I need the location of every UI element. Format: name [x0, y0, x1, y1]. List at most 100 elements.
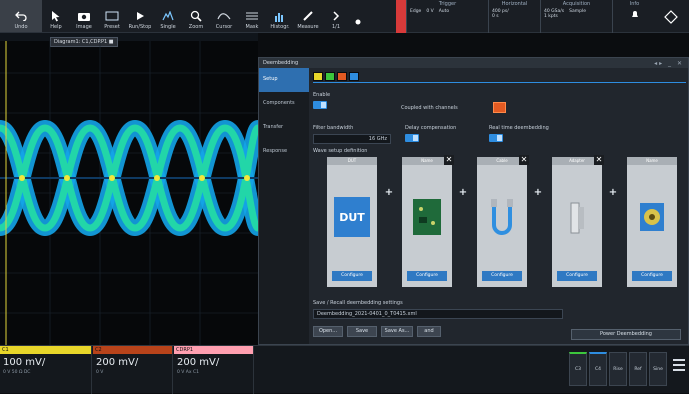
- run-stop-button[interactable]: Run/Stop: [126, 0, 154, 32]
- channel-tab-c2[interactable]: [325, 72, 335, 81]
- nav-setup[interactable]: Setup: [259, 68, 309, 92]
- nav-components[interactable]: Components: [259, 92, 309, 116]
- channel-c2[interactable]: C2 200 mV/ 0 V: [93, 346, 173, 394]
- configure-button[interactable]: Configure: [632, 271, 672, 281]
- window-controls[interactable]: ◂▸ _ ✕: [654, 60, 684, 67]
- play-icon: [133, 10, 147, 22]
- configure-button[interactable]: Configure: [332, 271, 372, 281]
- filter-bandwidth-input[interactable]: 16 GHz: [313, 134, 391, 144]
- single-icon: [161, 10, 175, 22]
- save-as-button[interactable]: Save As...: [381, 326, 413, 337]
- waveform-diagram[interactable]: Diagram1: C1,CDRP1 ■: [0, 33, 258, 345]
- single-button[interactable]: Single: [154, 0, 182, 32]
- save-recall-label: Save / Recall deembedding settings: [313, 300, 403, 306]
- chain-block-cable[interactable]: Cable ✕ Configure: [477, 155, 529, 287]
- info-panel[interactable]: Info: [612, 0, 656, 33]
- delay-compensation-toggle[interactable]: [405, 134, 419, 142]
- realtime-label: Real time deembedding: [489, 125, 549, 131]
- plus-icon: +: [458, 187, 468, 198]
- deembedding-chain: DUT DUT Configure + Name ✕ Configure + C…: [327, 155, 687, 302]
- trigger-status-panel: Trigger Edge 0 V Auto Horizontal 400 ps/…: [396, 0, 689, 33]
- wave-setup-label: Wave setup definition: [313, 148, 368, 154]
- image-button[interactable]: Image: [70, 0, 98, 32]
- c4-button[interactable]: C4: [589, 352, 607, 386]
- sine-button[interactable]: Sine: [649, 352, 667, 386]
- ref-button[interactable]: Ref: [629, 352, 647, 386]
- signal-buttons: C3 C4 Rise Ref Sine: [569, 352, 667, 386]
- nav-response[interactable]: Response: [259, 140, 309, 164]
- configure-button[interactable]: Configure: [407, 271, 447, 281]
- undo-button[interactable]: Undo: [0, 0, 42, 32]
- preset-button[interactable]: Preset: [98, 0, 126, 32]
- next-page-button[interactable]: 1/1: [322, 0, 350, 32]
- power-deembedding-button[interactable]: Power Deembedding: [571, 329, 681, 340]
- enable-toggle[interactable]: [313, 101, 327, 109]
- chain-block-adapter[interactable]: Adapter ✕ Configure: [552, 155, 604, 287]
- configure-button[interactable]: Configure: [482, 271, 522, 281]
- delay-compensation-label: Delay compensation: [405, 125, 457, 131]
- nav-transfer[interactable]: Transfer: [259, 116, 309, 140]
- channel-cdrp1[interactable]: CDRP1 200 mV/ 0 V Ax C1: [174, 346, 254, 394]
- dialog-title: Deembedding: [263, 60, 299, 66]
- realtime-toggle[interactable]: [489, 134, 503, 142]
- mask-button[interactable]: Mask: [238, 0, 266, 32]
- bell-icon: [631, 11, 638, 17]
- cable-icon: [491, 199, 513, 235]
- dialog-content: Enable Coupled with channels Filter band…: [313, 72, 686, 342]
- plus-icon: +: [608, 187, 618, 198]
- hamburger-menu-icon[interactable]: [673, 356, 685, 376]
- file-path-input[interactable]: Deembedding_2021-0401_0_T0415.xml: [313, 309, 563, 319]
- coupled-label: Coupled with channels: [401, 105, 458, 111]
- channel-color-tabs: [313, 72, 686, 81]
- rise-button[interactable]: Rise: [609, 352, 627, 386]
- filter-bandwidth-label: Filter bandwidth: [313, 125, 354, 131]
- more-button[interactable]: and: [417, 326, 441, 337]
- remove-block-icon[interactable]: ✕: [594, 155, 604, 165]
- preset-icon: [105, 10, 119, 22]
- remove-block-icon[interactable]: ✕: [444, 155, 454, 165]
- probe-icon: [640, 203, 664, 231]
- zoom-icon: [189, 10, 203, 22]
- menu-dot-button[interactable]: [350, 0, 366, 32]
- channel-tab-c4[interactable]: [349, 72, 359, 81]
- adapter-icon: [570, 202, 584, 234]
- cursor-icon: [217, 10, 231, 22]
- trigger-flag: [396, 0, 406, 33]
- channel-c1[interactable]: C1 100 mV/ 0 V 50 Ω DC: [0, 346, 92, 394]
- histogram-icon: [273, 10, 287, 22]
- measure-button[interactable]: Measure: [294, 0, 322, 32]
- pcb-icon: [413, 199, 441, 235]
- undo-icon: [14, 10, 28, 22]
- trigger-panel[interactable]: Trigger Edge 0 V Auto: [406, 0, 488, 33]
- chain-block-dut[interactable]: DUT DUT Configure: [327, 157, 377, 287]
- dialog-nav: Setup Components Transfer Response: [259, 68, 309, 344]
- deembedding-dialog: Deembedding ◂▸ _ ✕ Setup Components Tran…: [258, 57, 689, 345]
- configure-button[interactable]: Configure: [557, 271, 597, 281]
- channel-tab-c3[interactable]: [337, 72, 347, 81]
- save-button[interactable]: Save: [347, 326, 377, 337]
- eye-diagram: [0, 41, 258, 345]
- chain-block-pcb[interactable]: Name ✕ Configure: [402, 155, 454, 287]
- histogram-button[interactable]: Histogr.: [266, 0, 294, 32]
- channel-tab-c1[interactable]: [313, 72, 323, 81]
- dialog-titlebar[interactable]: Deembedding ◂▸ _ ✕: [259, 58, 688, 68]
- logo-button[interactable]: [656, 0, 686, 33]
- c3-button[interactable]: C3: [569, 352, 587, 386]
- enable-label: Enable: [313, 92, 331, 98]
- coupled-button[interactable]: [493, 102, 506, 113]
- plus-icon: +: [384, 187, 394, 198]
- tab-underline: [313, 82, 686, 83]
- chain-block-probe[interactable]: Name Configure: [627, 157, 677, 287]
- acquisition-panel[interactable]: Acquisition 40 GSa/s Sample 1 kpts: [540, 0, 612, 33]
- diamond-logo-icon: [664, 9, 678, 24]
- help-button[interactable]: Help: [42, 0, 70, 32]
- channel-bar: C1 100 mV/ 0 V 50 Ω DC C2 200 mV/ 0 V CD…: [0, 345, 689, 394]
- pointer-icon: [49, 10, 63, 22]
- horizontal-panel[interactable]: Horizontal 400 ps/ 0 s: [488, 0, 540, 33]
- cursor-button[interactable]: Cursor: [210, 0, 238, 32]
- remove-block-icon[interactable]: ✕: [519, 155, 529, 165]
- zoom-button[interactable]: Zoom: [182, 0, 210, 32]
- open-button[interactable]: Open...: [313, 326, 343, 337]
- menu-dot-icon: [351, 16, 365, 28]
- plus-icon: +: [533, 187, 543, 198]
